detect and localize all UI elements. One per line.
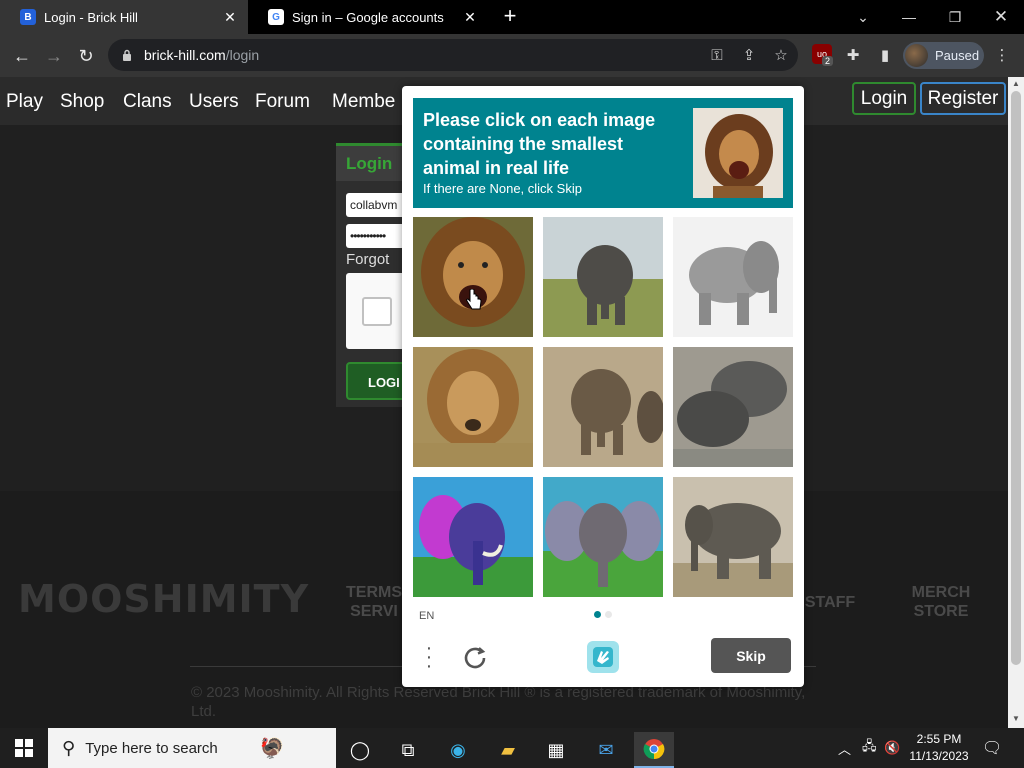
scroll-up-arrow-icon[interactable]: ▲	[1012, 79, 1020, 88]
volume-muted-icon[interactable]: 🔇	[884, 728, 900, 768]
browser-tab-strip: B Login - Brick Hill ✕ G Sign in – Googl…	[0, 0, 1024, 34]
address-bar[interactable]: brick-hill.com/login	[108, 39, 798, 71]
notifications-icon[interactable]: 🗨	[982, 728, 1002, 768]
tile-5-elephant[interactable]	[543, 347, 663, 467]
scroll-down-arrow-icon[interactable]: ▼	[1012, 714, 1020, 723]
star-icon[interactable]: ☆	[768, 42, 794, 68]
side-panel-icon[interactable]: ▮	[873, 43, 897, 67]
lock-icon	[123, 49, 131, 61]
search-icon: ⚲	[62, 737, 76, 758]
close-icon[interactable]: ✕	[220, 9, 240, 26]
tab-search-chevron-icon[interactable]: ⌄	[840, 0, 886, 34]
hcaptcha-challenge: Please click on each image containing th…	[402, 86, 804, 687]
url-path: /login	[225, 47, 260, 63]
tile-2-elephant[interactable]	[543, 217, 663, 337]
restore-button[interactable]: ❐	[932, 0, 978, 34]
profile-paused-button[interactable]: Paused	[903, 42, 984, 69]
tile-4-lion[interactable]	[413, 347, 533, 467]
tab-title: Login - Brick Hill	[44, 9, 138, 25]
tile-9-elephant[interactable]	[673, 477, 793, 597]
header-login-button[interactable]: Login	[852, 82, 916, 115]
challenge-prompt: Please click on each image containing th…	[413, 98, 793, 208]
tab-title: Sign in – Google accounts	[292, 9, 444, 25]
thanksgiving-highlight-icon: 🦃	[259, 737, 285, 760]
nav-play[interactable]: Play	[6, 91, 43, 113]
search-placeholder: Type here to search	[85, 739, 218, 757]
nav-members[interactable]: Membe	[332, 91, 395, 113]
network-icon[interactable]: 🖧	[862, 728, 877, 768]
kebab-menu-icon[interactable]: ⋮	[990, 43, 1014, 67]
nav-users[interactable]: Users	[189, 91, 239, 113]
progress-dot-active	[594, 611, 601, 618]
tab-brick-hill-login[interactable]: B Login - Brick Hill ✕	[0, 0, 248, 34]
tile-3-elephant[interactable]	[673, 217, 793, 337]
extensions-puzzle-icon[interactable]: ✚	[841, 43, 865, 67]
chrome-icon[interactable]	[634, 732, 674, 768]
extension-badge: 2	[822, 56, 834, 66]
refresh-icon[interactable]	[460, 643, 490, 673]
tab-google-sign-in[interactable]: G Sign in – Google accounts ✕	[248, 0, 488, 34]
header-register-button[interactable]: Register	[920, 82, 1006, 115]
tile-8-elephant[interactable]	[543, 477, 663, 597]
store-icon[interactable]: ▦	[536, 732, 576, 768]
edge-icon[interactable]: ◉	[438, 732, 478, 768]
example-lion-image	[693, 108, 783, 198]
file-explorer-icon[interactable]: ▰	[488, 732, 528, 768]
clock-date: 11/13/2023	[909, 749, 969, 763]
taskbar-search-box[interactable]: ⚲ Type here to search 🦃	[48, 728, 336, 768]
mooshimity-logo: MOOSHIMITY	[18, 577, 310, 621]
google-icon: G	[268, 9, 284, 25]
profile-status-label: Paused	[935, 48, 980, 63]
challenge-subprompt: If there are None, click Skip	[423, 181, 582, 196]
chrome-logo-icon	[643, 739, 665, 760]
nav-forum[interactable]: Forum	[255, 91, 310, 113]
progress-dot-inactive	[605, 611, 612, 618]
page-content: Play Shop Clans Users Forum Membe Login …	[0, 77, 1008, 728]
language-selector[interactable]: EN	[419, 610, 434, 622]
forward-arrow-icon[interactable]: →	[40, 42, 68, 70]
challenge-progress-dots	[594, 611, 614, 619]
skip-button[interactable]: Skip	[711, 638, 791, 673]
system-clock[interactable]: 2:55 PM 11/13/2023	[904, 731, 974, 765]
close-icon[interactable]: ✕	[460, 9, 480, 26]
footer-terms-link[interactable]: TERMS SERVI	[342, 583, 406, 621]
key-icon[interactable]: ⚿	[704, 42, 730, 68]
tile-7-elephant[interactable]	[413, 477, 533, 597]
windows-taskbar: ⚲ Type here to search 🦃 ◯ ⧉ ◉ ▰ ▦ ✉ ︿ 🖧 …	[0, 728, 1024, 768]
hcaptcha-logo-icon	[587, 641, 619, 673]
new-tab-button[interactable]: +	[498, 5, 522, 29]
clock-time: 2:55 PM	[916, 732, 962, 746]
brick-hill-icon: B	[20, 9, 36, 25]
scrollbar-thumb[interactable]	[1011, 91, 1021, 665]
footer-merch-link[interactable]: MERCH STORE	[906, 583, 976, 621]
nav-shop[interactable]: Shop	[60, 91, 104, 113]
captcha-checkbox[interactable]	[362, 297, 392, 326]
more-options-icon[interactable]: · · ·	[422, 638, 436, 676]
browser-toolbar: ← → ↻ brick-hill.com/login ⚿ ⇪ ☆ uo 2 ✚ …	[0, 34, 1024, 77]
task-view-icon[interactable]: ⧉	[388, 732, 428, 768]
login-card-title: Login	[346, 154, 393, 173]
back-arrow-icon[interactable]: ←	[8, 42, 36, 70]
tile-6-elephant[interactable]	[673, 347, 793, 467]
footer-copyright: © 2023 Mooshimity. All Rights Reserved B…	[191, 684, 806, 720]
tray-chevron-icon[interactable]: ︿	[838, 728, 851, 768]
mail-icon[interactable]: ✉	[586, 732, 626, 768]
close-window-button[interactable]: ✕	[978, 0, 1024, 34]
share-icon[interactable]: ⇪	[736, 42, 762, 68]
nav-clans[interactable]: Clans	[123, 91, 172, 113]
hand-cursor-icon	[466, 289, 482, 310]
challenge-prompt-text: Please click on each image containing th…	[423, 110, 656, 178]
url-host: brick-hill.com	[144, 47, 226, 63]
forgot-password-link[interactable]: Forgot	[346, 251, 389, 268]
windows-logo-icon	[15, 739, 33, 757]
page-scrollbar[interactable]: ▲ ▼	[1008, 77, 1024, 728]
avatar	[905, 44, 928, 67]
cortana-icon[interactable]: ◯	[340, 732, 380, 768]
start-button[interactable]	[0, 728, 48, 768]
tile-1-lion[interactable]	[413, 217, 533, 337]
reload-icon[interactable]: ↻	[72, 42, 100, 70]
footer-staff-link[interactable]: STAFF	[800, 593, 860, 612]
minimize-button[interactable]: —	[886, 0, 932, 34]
